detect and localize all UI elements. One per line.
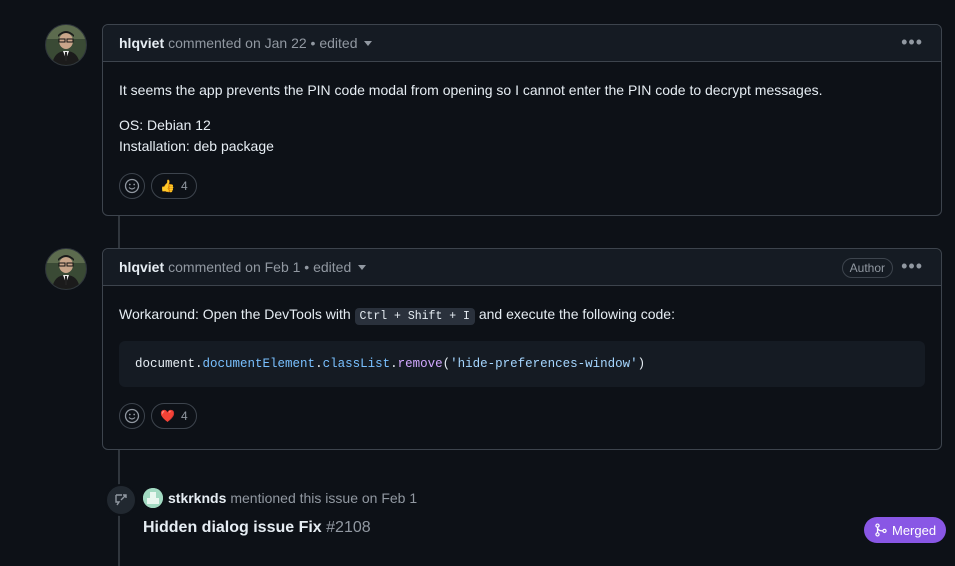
avatar-image bbox=[143, 488, 163, 508]
reaction-thumbs-up[interactable]: 👍 4 bbox=[151, 173, 197, 199]
reference-number[interactable]: #2108 bbox=[326, 519, 371, 536]
installation-line: Installation: deb package bbox=[119, 138, 274, 154]
code-block[interactable]: document.documentElement.classList.remov… bbox=[119, 341, 925, 387]
workaround-text: Workaround: Open the DevTools with bbox=[119, 306, 355, 322]
code-token: remove bbox=[397, 357, 443, 371]
merged-status-badge: Merged bbox=[864, 517, 947, 543]
reference-title-text[interactable]: Hidden dialog issue Fix bbox=[143, 519, 322, 536]
cross-reference-icon bbox=[115, 494, 127, 506]
workaround-text-after: and execute the following code: bbox=[474, 306, 675, 322]
chevron-down-icon[interactable] bbox=[358, 264, 367, 270]
code-token: ( bbox=[442, 357, 451, 371]
kebab-menu-icon[interactable]: ••• bbox=[901, 33, 923, 51]
avatar-image bbox=[46, 25, 86, 65]
add-reaction-button[interactable] bbox=[119, 403, 145, 429]
git-merge-icon bbox=[875, 523, 887, 537]
avatar-image bbox=[46, 249, 86, 289]
code-token: . bbox=[390, 357, 398, 371]
author-badge: Author bbox=[841, 258, 893, 278]
event-user[interactable]: stkrknds bbox=[168, 490, 226, 506]
reaction-heart[interactable]: ❤️ 4 bbox=[151, 403, 197, 429]
add-reaction-button[interactable] bbox=[119, 173, 145, 199]
comment-header: hlqviet commented on Feb 1 • edited Auth… bbox=[103, 249, 941, 286]
code-token: 'hide-preferences-window' bbox=[450, 357, 638, 371]
comment-paragraph: Workaround: Open the DevTools with Ctrl … bbox=[119, 304, 925, 327]
reaction-count: 4 bbox=[180, 179, 188, 193]
comment-details: OS: Debian 12 Installation: deb package bbox=[119, 115, 925, 157]
avatar[interactable] bbox=[45, 24, 87, 66]
comment-card: hlqviet commented on Jan 22 • edited •••… bbox=[102, 24, 942, 216]
comment-card: hlqviet commented on Feb 1 • edited Auth… bbox=[102, 248, 942, 450]
comment-meta[interactable]: commented on Feb 1 • edited bbox=[168, 259, 351, 275]
merged-label: Merged bbox=[892, 522, 937, 538]
reaction-count: 4 bbox=[180, 409, 188, 423]
reference-title[interactable]: Hidden dialog issue Fix #2108 bbox=[143, 519, 371, 537]
comment-body: It seems the app prevents the PIN code m… bbox=[103, 62, 941, 213]
comment-header: hlqviet commented on Jan 22 • edited ••• bbox=[103, 25, 941, 62]
reactions: 👍 4 bbox=[119, 173, 925, 199]
event-line: stkrknds mentioned this issue on Feb 1 bbox=[143, 488, 417, 508]
smiley-icon bbox=[124, 408, 140, 424]
avatar[interactable] bbox=[143, 488, 163, 508]
comment-paragraph: It seems the app prevents the PIN code m… bbox=[119, 82, 823, 98]
cross-reference-event-icon bbox=[105, 484, 137, 516]
chevron-down-icon[interactable] bbox=[364, 40, 373, 46]
code-token: classList bbox=[322, 357, 391, 371]
comment-author[interactable]: hlqviet bbox=[119, 259, 164, 275]
comment-body: Workaround: Open the DevTools with Ctrl … bbox=[103, 286, 941, 443]
code-token: . bbox=[195, 357, 203, 371]
os-line: OS: Debian 12 bbox=[119, 117, 211, 133]
code-token: documentElement bbox=[202, 357, 316, 371]
reactions: ❤️ 4 bbox=[119, 403, 925, 429]
thumbs-up-icon: 👍 bbox=[160, 179, 175, 193]
code-token: document bbox=[135, 357, 196, 371]
kebab-menu-icon[interactable]: ••• bbox=[901, 257, 923, 275]
avatar[interactable] bbox=[45, 248, 87, 290]
code-token: . bbox=[315, 357, 323, 371]
heart-icon: ❤️ bbox=[160, 409, 175, 423]
comment-author[interactable]: hlqviet bbox=[119, 35, 164, 51]
code-token: ) bbox=[637, 357, 646, 371]
comment-meta[interactable]: commented on Jan 22 • edited bbox=[168, 35, 357, 51]
smiley-icon bbox=[124, 178, 140, 194]
event-text: mentioned this issue on Feb 1 bbox=[230, 490, 418, 506]
keyboard-shortcut: Ctrl + Shift + I bbox=[354, 308, 475, 325]
